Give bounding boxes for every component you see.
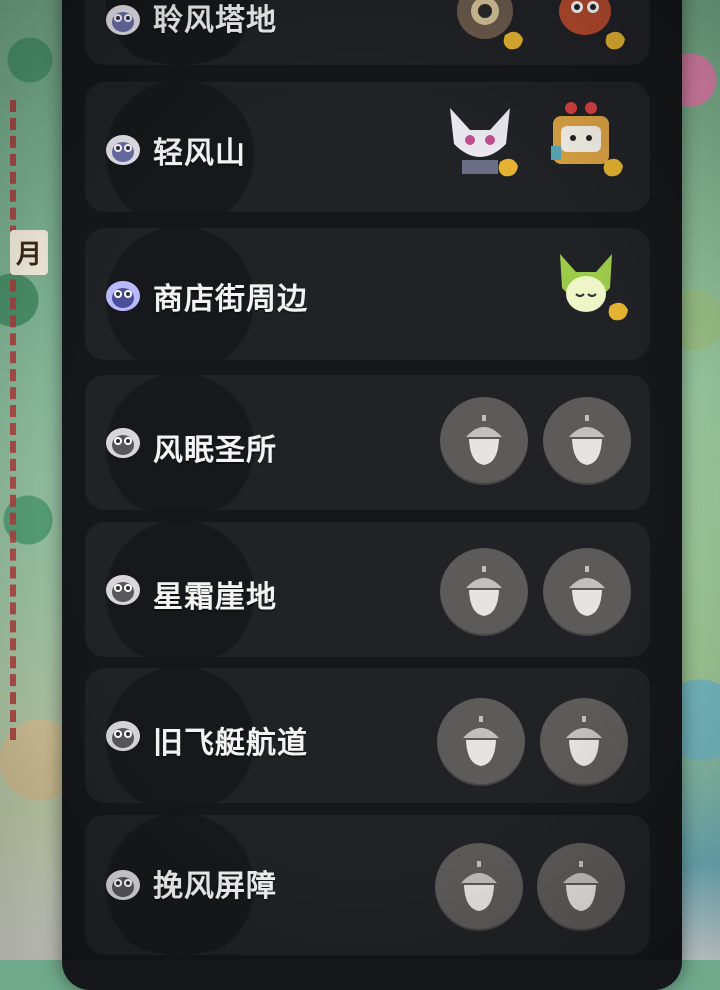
location-row[interactable]: 轻风山 xyxy=(85,82,650,212)
owl-location-icon xyxy=(105,2,141,36)
acorn-icon xyxy=(569,415,605,465)
fire-bird-creature-icon[interactable] xyxy=(547,0,633,61)
location-row[interactable]: 挽风屏障 xyxy=(85,815,650,955)
location-name: 星霜崖地 xyxy=(153,580,277,615)
acorn-icon xyxy=(566,716,602,766)
green-cat-creature-icon[interactable] xyxy=(550,244,636,330)
location-name: 轻风山 xyxy=(153,136,246,171)
location-row[interactable]: 风眠圣所 xyxy=(85,375,650,510)
map-route-line xyxy=(10,100,24,740)
owl-location-icon xyxy=(105,867,141,901)
map-label: 月 xyxy=(10,230,49,275)
white-cat-creature-icon[interactable] xyxy=(440,100,526,186)
acorn-icon xyxy=(466,566,502,616)
location-name: 风眠圣所 xyxy=(153,433,277,468)
acorn-icon xyxy=(463,716,499,766)
location-row[interactable]: 聆风塔地 xyxy=(85,0,650,65)
acorn-slot-button[interactable] xyxy=(437,698,525,786)
location-name: 旧飞艇航道 xyxy=(153,726,308,761)
owl-location-icon xyxy=(105,425,141,459)
location-name: 商店街周边 xyxy=(153,282,308,317)
location-name: 聆风塔地 xyxy=(153,3,277,38)
location-row[interactable]: 旧飞艇航道 xyxy=(85,668,650,803)
acorn-icon xyxy=(466,415,502,465)
owl-location-icon xyxy=(105,132,141,166)
owl-location-icon xyxy=(105,718,141,752)
location-name: 挽风屏障 xyxy=(153,869,277,904)
acorn-slot-button[interactable] xyxy=(540,698,628,786)
acorn-slot-button[interactable] xyxy=(440,397,528,485)
acorn-icon xyxy=(563,861,599,911)
location-row[interactable]: 星霜崖地 xyxy=(85,522,650,657)
acorn-slot-button[interactable] xyxy=(543,397,631,485)
location-row[interactable]: 商店街周边 xyxy=(85,228,650,360)
acorn-icon xyxy=(569,566,605,616)
box-robot-creature-icon[interactable] xyxy=(545,100,631,186)
acorn-slot-button[interactable] xyxy=(537,843,625,931)
acorn-slot-button[interactable] xyxy=(440,548,528,636)
owl-location-icon xyxy=(105,572,141,606)
owl-location-icon xyxy=(105,278,141,312)
acorn-icon xyxy=(461,861,497,911)
acorn-slot-button[interactable] xyxy=(435,843,523,931)
owl-mech-creature-icon[interactable] xyxy=(445,0,531,61)
acorn-slot-button[interactable] xyxy=(543,548,631,636)
